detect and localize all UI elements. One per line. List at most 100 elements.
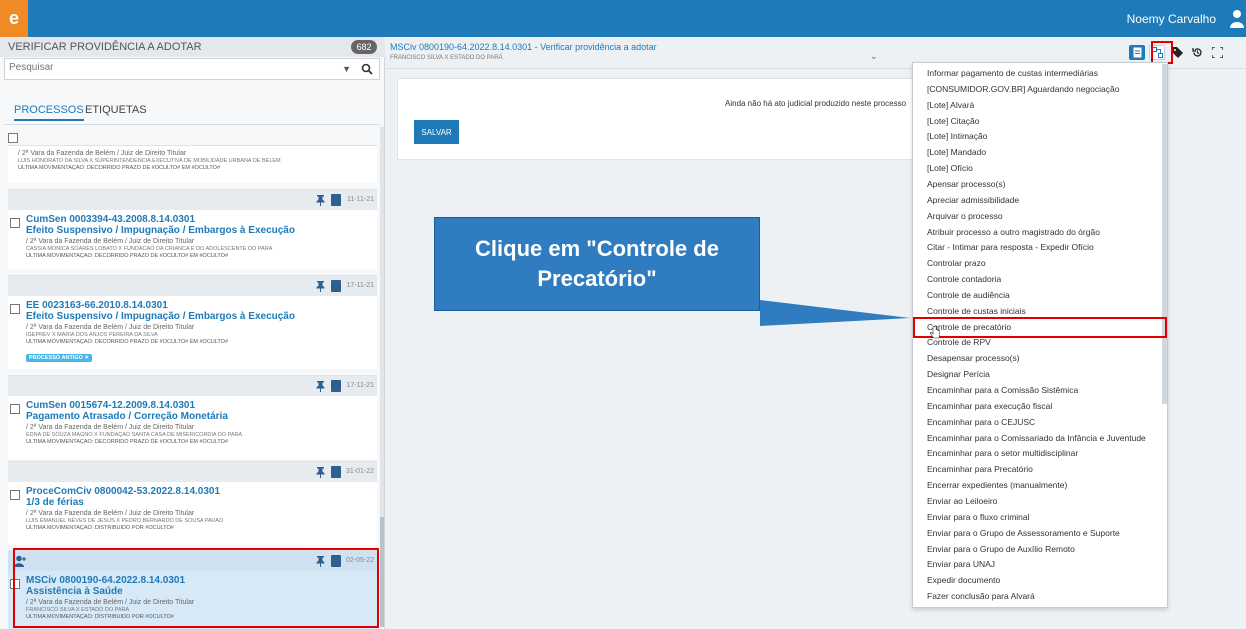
menu-item[interactable]: Fazer conclusão para Alvará	[927, 591, 1035, 601]
menu-item-highlight	[913, 317, 1167, 338]
menu-item[interactable]: Encaminhar para execução fiscal	[927, 401, 1052, 411]
process-class[interactable]: Efeito Suspensivo / Impugnação / Embargo…	[26, 311, 374, 323]
process-number[interactable]: ProceComCiv 0800042-53.2022.8.14.0301	[26, 486, 374, 497]
process-title[interactable]: MSCiv 0800190-64.2022.8.14.0301 - Verifi…	[390, 42, 657, 52]
process-parts: IGEPREV X MARIA DOS ANJOS PEREIRA DA SIL…	[26, 332, 158, 338]
process-number[interactable]: CumSen 0015674-12.2009.8.14.0301	[26, 400, 374, 411]
process-vara: / 2ª Vara da Fazenda de Belém / Juiz de …	[26, 424, 195, 431]
menu-item[interactable]: [Lote] Mandado	[927, 147, 986, 157]
process-card[interactable]: 17-11-21 EE 0023163-66.2010.8.14.0301 Ef…	[8, 275, 377, 369]
menu-item[interactable]: Enviar para o fluxo criminal	[927, 512, 1030, 522]
document-area: Ainda não há ato judicial produzido nest…	[397, 78, 917, 160]
process-class[interactable]: Assistência à Saúde	[26, 586, 374, 598]
process-card[interactable]: 11-11-21 CumSen 0003394-43.2008.8.14.030…	[8, 189, 377, 269]
menu-item[interactable]: Encaminhar para o setor multidisciplinar	[927, 448, 1078, 458]
menu-item[interactable]: Encaminhar para a Comissão Sistêmica	[927, 385, 1078, 395]
pin-icon[interactable]	[316, 281, 325, 292]
process-number[interactable]: EE 0023163-66.2010.8.14.0301	[26, 300, 374, 311]
process-number[interactable]: MSCiv 0800190-64.2022.8.14.0301	[26, 575, 374, 586]
search-box: ▼	[4, 58, 380, 80]
document-icon[interactable]	[331, 280, 341, 292]
menu-item[interactable]: Informar pagamento de custas intermediár…	[927, 68, 1098, 78]
select-all-checkbox[interactable]	[8, 133, 18, 143]
search-dropdown-icon[interactable]: ▼	[342, 64, 351, 74]
card-header: 11-11-21	[8, 190, 377, 210]
card-checkbox[interactable]	[10, 579, 20, 589]
menu-item[interactable]: Controle contadoria	[927, 274, 1001, 284]
card-checkbox[interactable]	[10, 490, 20, 500]
process-last-movement: ÚLTIMA MOVIMENTAÇÃO: DECORRIDO PRAZO DE …	[18, 165, 221, 171]
label-badge[interactable]: PROCESSO ANTIGO ✕	[26, 354, 93, 362]
menu-item[interactable]: Controle de custas iniciais	[927, 306, 1026, 316]
process-vara: / 2ª Vara da Fazenda de Belém / Juiz de …	[26, 238, 195, 245]
process-card[interactable]: / 2ª Vara da Fazenda de Belém / Juiz de …	[8, 145, 377, 183]
menu-item[interactable]: Citar - Intimar para resposta - Expedir …	[927, 242, 1094, 252]
pin-icon[interactable]	[316, 381, 325, 392]
process-number[interactable]: CumSen 0003394-43.2008.8.14.0301	[26, 214, 374, 225]
history-button[interactable]	[1189, 45, 1205, 60]
tab-processos[interactable]: PROCESSOS	[14, 104, 84, 121]
process-class[interactable]: 1/3 de férias	[26, 497, 374, 509]
menu-item[interactable]: [Lote] Citação	[927, 116, 979, 126]
user-icon[interactable]	[1230, 8, 1244, 28]
document-icon[interactable]	[331, 555, 341, 567]
card-header: 02-05-22	[8, 551, 377, 571]
search-input[interactable]	[9, 62, 309, 73]
documents-button[interactable]	[1129, 45, 1145, 60]
pin-icon[interactable]	[316, 195, 325, 206]
process-card[interactable]: 17-11-21 CumSen 0015674-12.2009.8.14.030…	[8, 375, 377, 459]
menu-item[interactable]: [Lote] Intimação	[927, 131, 987, 141]
process-class[interactable]: Efeito Suspensivo / Impugnação / Embargo…	[26, 225, 374, 237]
menu-item[interactable]: Expedir documento	[927, 575, 1000, 585]
menu-item[interactable]: Encaminhar para o CEJUSC	[927, 417, 1035, 427]
chevron-down-icon[interactable]: ⌄	[870, 51, 878, 62]
menu-item[interactable]: Apensar processo(s)	[927, 179, 1005, 189]
menu-item[interactable]: Enviar para o Grupo de Auxílio Remoto	[927, 544, 1075, 554]
menu-item[interactable]: Apreciar admissibilidade	[927, 195, 1019, 205]
process-last-movement: ÚLTIMA MOVIMENTAÇÃO: DECORRIDO PRAZO DE …	[26, 253, 229, 259]
menu-item[interactable]: [Lote] Ofício	[927, 163, 973, 173]
card-checkbox[interactable]	[10, 218, 20, 228]
task-title: VERIFICAR PROVIDÊNCIA A ADOTAR	[8, 41, 202, 53]
menu-item[interactable]: Designar Perícia	[927, 369, 990, 379]
menu-item[interactable]: Encaminhar para o Comissariado da Infânc…	[927, 433, 1146, 443]
document-icon[interactable]	[331, 194, 341, 206]
task-panel: VERIFICAR PROVIDÊNCIA A ADOTAR 682 ▼ PRO…	[0, 37, 385, 629]
task-header: VERIFICAR PROVIDÊNCIA A ADOTAR 682	[0, 37, 385, 57]
tab-etiquetas[interactable]: ETIQUETAS	[85, 104, 147, 116]
menu-item[interactable]: Enviar para o Grupo de Assessoramento e …	[927, 528, 1120, 538]
pin-icon[interactable]	[316, 556, 325, 567]
menu-item[interactable]: Desapensar processo(s)	[927, 353, 1020, 363]
menu-item[interactable]: Controlar prazo	[927, 258, 986, 268]
document-icon[interactable]	[331, 466, 341, 478]
process-vara: / 2ª Vara da Fazenda de Belém / Juiz de …	[26, 324, 195, 331]
list-scrollbar-thumb[interactable]	[380, 517, 384, 627]
menu-item[interactable]: Arquivar o processo	[927, 211, 1003, 221]
card-checkbox[interactable]	[10, 304, 20, 314]
process-class[interactable]: Pagamento Atrasado / Correção Monetária	[26, 411, 374, 423]
process-last-movement: ÚLTIMA MOVIMENTAÇÃO: DECORRIDO PRAZO DE …	[26, 339, 229, 345]
save-button[interactable]: SALVAR	[414, 120, 459, 144]
pin-icon[interactable]	[316, 467, 325, 478]
menu-item[interactable]: Controle de audiência	[927, 290, 1010, 300]
user-name[interactable]: Noemy Carvalho	[1127, 12, 1216, 26]
fullscreen-button[interactable]	[1209, 45, 1225, 60]
menu-item[interactable]: Enviar ao Leiloeiro	[927, 496, 997, 506]
search-icon[interactable]	[361, 63, 373, 75]
menu-item[interactable]: [Lote] Alvará	[927, 100, 974, 110]
app-logo[interactable]: e	[0, 0, 28, 37]
menu-item[interactable]: Atribuir processo a outro magistrado do …	[927, 227, 1100, 237]
user-assign-icon[interactable]	[14, 555, 27, 567]
process-card-selected[interactable]: 02-05-22 MSCiv 0800190-64.2022.8.14.0301…	[8, 550, 377, 629]
process-card[interactable]: 31-01-22 ProceComCiv 0800042-53.2022.8.1…	[8, 461, 377, 545]
process-parts: FRANCISCO SILVA X ESTADO DO PARÁ	[26, 607, 130, 613]
menu-scrollbar[interactable]	[1162, 64, 1167, 404]
document-icon[interactable]	[331, 380, 341, 392]
card-checkbox[interactable]	[10, 404, 20, 414]
card-date: 17-11-21	[346, 382, 374, 389]
menu-item[interactable]: Enviar para UNAJ	[927, 559, 995, 569]
menu-item[interactable]: Encerrar expedientes (manualmente)	[927, 480, 1067, 490]
menu-item[interactable]: [CONSUMIDOR.GOV.BR] Aguardando negociaçã…	[927, 84, 1119, 94]
menu-item[interactable]: Encaminhar para Precatório	[927, 464, 1033, 474]
card-header: 31-01-22	[8, 462, 377, 482]
